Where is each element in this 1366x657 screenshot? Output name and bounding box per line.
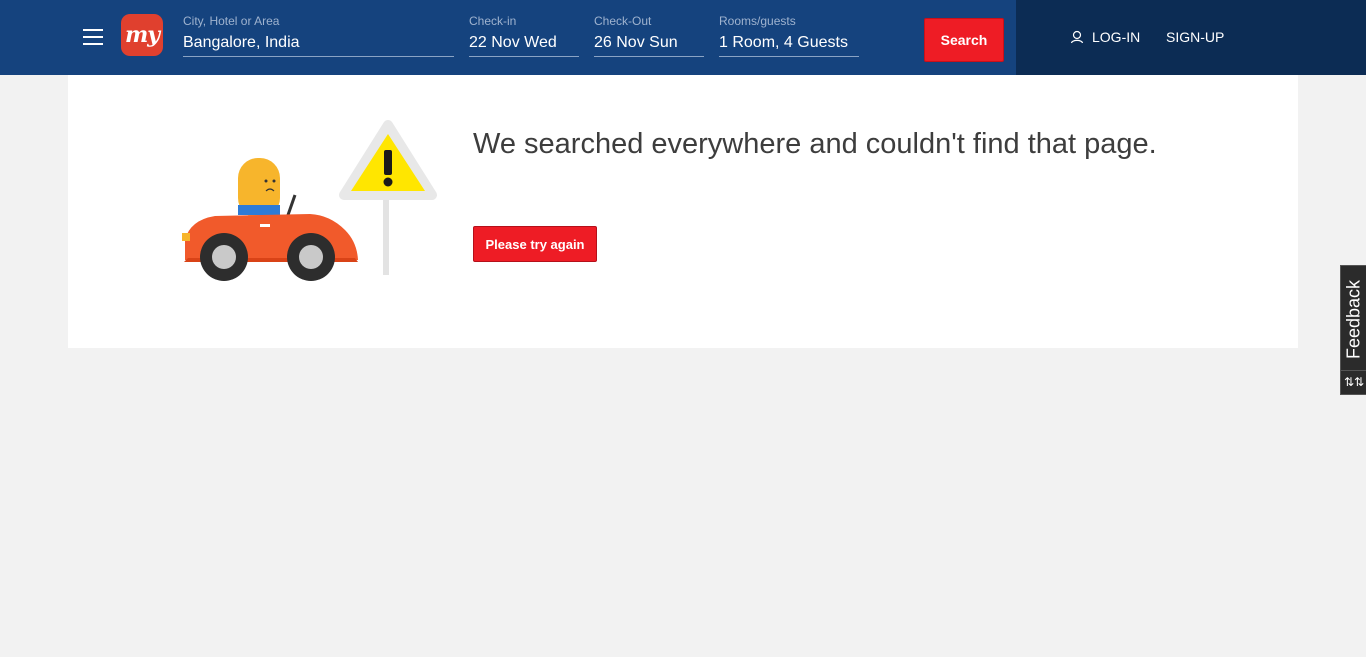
checkout-field[interactable]: Check-Out 26 Nov Sun [594,14,704,57]
checkout-field-value[interactable]: 26 Nov Sun [594,33,704,53]
retry-button[interactable]: Please try again [473,226,597,262]
error-card: We searched everywhere and couldn't find… [68,75,1298,348]
city-field-label: City, Hotel or Area [183,14,280,28]
hamburger-menu-icon[interactable] [83,29,103,45]
user-icon [1070,30,1084,44]
signup-link[interactable]: SIGN-UP [1166,28,1224,46]
search-button[interactable]: Search [924,18,1004,62]
sort-arrows-icon: ⇅⇅ [1341,370,1366,392]
login-link[interactable]: LOG-IN [1070,28,1140,46]
checkin-field-label: Check-in [469,14,517,28]
car-warning-illustration [182,120,437,281]
rooms-guests-field-label: Rooms/guests [719,14,796,28]
checkout-field-label: Check-Out [594,14,652,28]
city-field-value[interactable]: Bangalore, India [183,33,454,53]
error-title: We searched everywhere and couldn't find… [473,128,1157,160]
login-label: LOG-IN [1092,29,1141,45]
feedback-tab[interactable]: Feedback ⇅⇅ [1340,265,1366,395]
feedback-label: Feedback [1343,279,1364,359]
checkin-field[interactable]: Check-in 22 Nov Wed [469,14,579,57]
rooms-guests-field[interactable]: Rooms/guests 1 Room, 4 Guests [719,14,859,57]
city-field[interactable]: City, Hotel or Area Bangalore, India [183,14,454,57]
checkin-field-value[interactable]: 22 Nov Wed [469,33,579,53]
brand-logo[interactable]: my [121,14,163,56]
rooms-guests-field-value[interactable]: 1 Room, 4 Guests [719,33,859,53]
